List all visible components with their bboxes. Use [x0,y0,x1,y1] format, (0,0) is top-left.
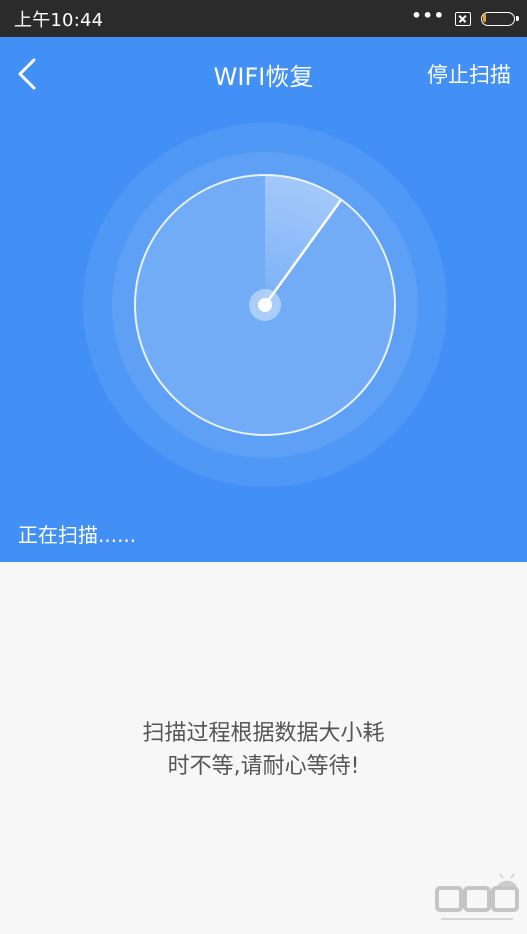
wait-hint: 扫描过程根据数据大小耗 时不等,请耐心等待! [0,717,527,783]
status-icons: ••• [411,6,519,26]
scan-status-text: 正在扫描...... [18,523,137,547]
stop-scan-button[interactable]: 停止扫描 [427,59,511,89]
battery-icon [481,11,519,26]
radar-icon [83,123,447,487]
back-button[interactable] [12,51,46,97]
watermark-logo [435,873,519,920]
no-sim-icon [455,11,471,26]
status-bar: 上午10:44 ••• [0,0,527,37]
status-time: 上午10:44 [14,9,104,31]
wait-hint-line2: 时不等,请耐心等待! [167,754,360,779]
scan-header-panel: WIFI恢复 停止扫描 正在扫描...... [0,37,527,562]
more-notifications-icon: ••• [411,6,445,25]
wait-hint-line1: 扫描过程根据数据大小耗 [142,721,385,746]
